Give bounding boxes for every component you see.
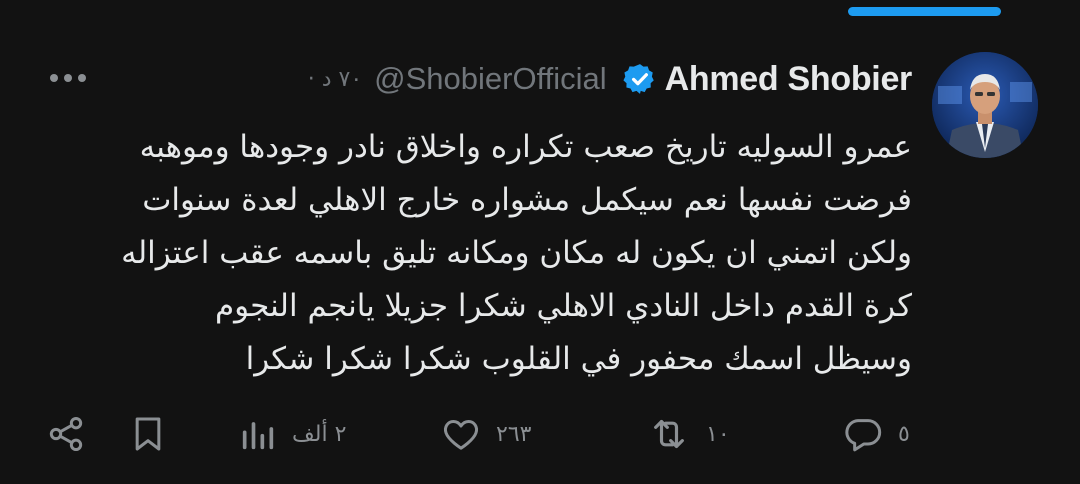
retweet-button[interactable]: ١٠ — [646, 408, 730, 460]
tweet-timestamp[interactable]: · ٧٠ د — [308, 67, 362, 92]
retweet-count: ١٠ — [706, 421, 730, 447]
avatar-image — [932, 52, 1038, 158]
tweet-line: وسيظل اسمك محفور في القلوب شكرا شكرا شكر… — [245, 341, 912, 377]
views-icon — [242, 422, 274, 450]
views-button[interactable]: ٢ ألف — [238, 408, 346, 460]
reply-icon — [845, 419, 882, 452]
author-handle[interactable]: @ShobierOfficial — [374, 61, 607, 97]
bookmark-button[interactable] — [128, 408, 168, 460]
tweet-text: عمرو السوليه تاريخ صعب تكراره واخلاق ناد… — [32, 121, 912, 386]
share-button[interactable] — [46, 408, 86, 460]
tweet-actions-bar: ٢ ألف ٢٦٣ ١٠ ٥ — [0, 408, 1080, 460]
reply-button[interactable]: ٥ — [842, 408, 910, 460]
avatar[interactable] — [932, 52, 1038, 158]
bookmark-icon — [135, 417, 161, 451]
views-count: ٢ ألف — [292, 421, 347, 447]
tweet-line: فرضت نفسها نعم سيكمل مشواره خارج الاهلي … — [142, 182, 912, 218]
like-button[interactable]: ٢٦٣ — [440, 408, 531, 460]
heart-icon — [444, 420, 478, 450]
tweet-line: كرة القدم داخل النادي الاهلي شكرا جزيلا … — [214, 288, 912, 324]
more-dots-icon — [50, 74, 86, 82]
tweet-line: ولكن اتمني ان يكون له مكان ومكانه تليق ب… — [121, 235, 912, 271]
retweet-icon — [654, 419, 684, 449]
more-options-button[interactable] — [47, 58, 89, 98]
tweet-header: · ٧٠ د @ShobierOfficial Ahmed Shobier — [308, 55, 913, 103]
like-count: ٢٦٣ — [496, 421, 532, 447]
verified-badge-icon — [623, 62, 657, 96]
author-name[interactable]: Ahmed Shobier — [665, 60, 913, 99]
tweet-line: عمرو السوليه تاريخ صعب تكراره واخلاق ناد… — [139, 129, 912, 165]
share-icon — [49, 417, 83, 451]
top-scroll-indicator — [848, 7, 1001, 16]
reply-count: ٥ — [898, 421, 910, 447]
